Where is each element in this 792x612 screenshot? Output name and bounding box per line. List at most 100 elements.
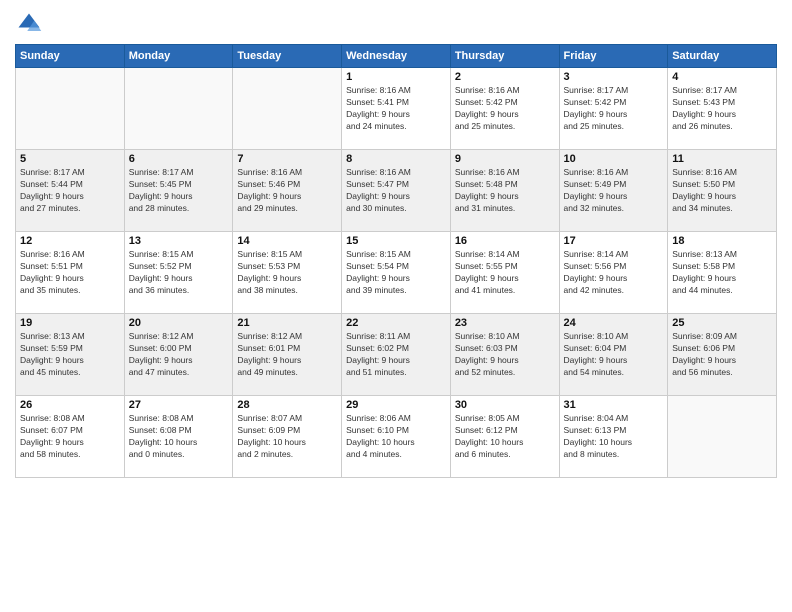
- calendar-cell: 19Sunrise: 8:13 AM Sunset: 5:59 PM Dayli…: [16, 314, 125, 396]
- day-number: 19: [20, 317, 120, 329]
- calendar-cell: 31 Sunrise: 8:04 AM Sunset: 6:13 PM Dayli…: [559, 396, 668, 478]
- day-info: Sunrise: 8:12 AM Sunset: 6:01 PM Dayligh…: [237, 331, 337, 379]
- day-number: 22: [346, 317, 446, 329]
- day-info: Sunrise: 8:16 AM Sunset: 5:46 PM Dayligh…: [237, 167, 337, 215]
- day-number: 24: [564, 317, 664, 329]
- day-number: 6: [129, 153, 229, 165]
- calendar-cell: 10 Sunrise: 8:16 AM Sunset: 5:49 PM Dayli…: [559, 150, 668, 232]
- calendar-cell: 18Sunrise: 8:13 AM Sunset: 5:58 PM Dayli…: [668, 232, 777, 314]
- day-info: Sunrise: 8:17 AM Sunset: 5:43 PM Dayligh…: [672, 85, 772, 133]
- calendar-cell: 26 Sunrise: 8:08 AM Sunset: 6:07 PM Dayli…: [16, 396, 125, 478]
- day-info: Sunrise: 8:16 AM Sunset: 5:42 PM Dayligh…: [455, 85, 555, 133]
- day-info: Sunrise: 8:08 AM Sunset: 6:07 PM Dayligh…: [20, 413, 120, 461]
- logo: [15, 10, 47, 38]
- calendar-cell: 8Sunrise: 8:16 AM Sunset: 5:47 PM Daylig…: [342, 150, 451, 232]
- calendar-cell: 6 Sunrise: 8:17 AM Sunset: 5:45 PM Daylig…: [124, 150, 233, 232]
- calendar-cell: 1Sunrise: 8:16 AM Sunset: 5:41 PM Daylig…: [342, 68, 451, 150]
- day-info: Sunrise: 8:16 AM Sunset: 5:48 PM Dayligh…: [455, 167, 555, 215]
- calendar-cell: 5 Sunrise: 8:17 AM Sunset: 5:44 PM Daylig…: [16, 150, 125, 232]
- day-number: 28: [237, 399, 337, 411]
- day-number: 16: [455, 235, 555, 247]
- day-number: 25: [672, 317, 772, 329]
- calendar-cell: 23 Sunrise: 8:10 AM Sunset: 6:03 PM Dayli…: [450, 314, 559, 396]
- calendar-cell: 24 Sunrise: 8:10 AM Sunset: 6:04 PM Dayli…: [559, 314, 668, 396]
- day-number: 12: [20, 235, 120, 247]
- day-number: 29: [346, 399, 446, 411]
- calendar-cell: 4 Sunrise: 8:17 AM Sunset: 5:43 PM Daylig…: [668, 68, 777, 150]
- calendar-cell: 12 Sunrise: 8:16 AM Sunset: 5:51 PM Dayli…: [16, 232, 125, 314]
- calendar-week-row: 5 Sunrise: 8:17 AM Sunset: 5:44 PM Daylig…: [16, 150, 777, 232]
- day-info: Sunrise: 8:08 AM Sunset: 6:08 PM Dayligh…: [129, 413, 229, 461]
- day-number: 14: [237, 235, 337, 247]
- day-number: 23: [455, 317, 555, 329]
- day-number: 18: [672, 235, 772, 247]
- day-info: Sunrise: 8:17 AM Sunset: 5:44 PM Dayligh…: [20, 167, 120, 215]
- calendar-cell: 3 Sunrise: 8:17 AM Sunset: 5:42 PM Daylig…: [559, 68, 668, 150]
- weekday-header-saturday: Saturday: [668, 45, 777, 68]
- weekday-header-row: SundayMondayTuesdayWednesdayThursdayFrid…: [16, 45, 777, 68]
- logo-icon: [15, 10, 43, 38]
- calendar-cell: 22 Sunrise: 8:11 AM Sunset: 6:02 PM Dayli…: [342, 314, 451, 396]
- calendar-cell: 15Sunrise: 8:15 AM Sunset: 5:54 PM Dayli…: [342, 232, 451, 314]
- day-info: Sunrise: 8:17 AM Sunset: 5:45 PM Dayligh…: [129, 167, 229, 215]
- day-number: 15: [346, 235, 446, 247]
- day-info: Sunrise: 8:16 AM Sunset: 5:51 PM Dayligh…: [20, 249, 120, 297]
- calendar-cell: 2 Sunrise: 8:16 AM Sunset: 5:42 PM Daylig…: [450, 68, 559, 150]
- day-info: Sunrise: 8:16 AM Sunset: 5:47 PM Dayligh…: [346, 167, 446, 215]
- calendar: SundayMondayTuesdayWednesdayThursdayFrid…: [15, 44, 777, 478]
- day-number: 5: [20, 153, 120, 165]
- day-number: 9: [455, 153, 555, 165]
- day-info: Sunrise: 8:04 AM Sunset: 6:13 PM Dayligh…: [564, 413, 664, 461]
- calendar-cell: 11Sunrise: 8:16 AM Sunset: 5:50 PM Dayli…: [668, 150, 777, 232]
- weekday-header-monday: Monday: [124, 45, 233, 68]
- day-number: 30: [455, 399, 555, 411]
- calendar-cell: 21 Sunrise: 8:12 AM Sunset: 6:01 PM Dayli…: [233, 314, 342, 396]
- page: SundayMondayTuesdayWednesdayThursdayFrid…: [0, 0, 792, 612]
- day-info: Sunrise: 8:12 AM Sunset: 6:00 PM Dayligh…: [129, 331, 229, 379]
- weekday-header-thursday: Thursday: [450, 45, 559, 68]
- calendar-cell: 13 Sunrise: 8:15 AM Sunset: 5:52 PM Dayli…: [124, 232, 233, 314]
- calendar-cell: [233, 68, 342, 150]
- calendar-week-row: 1Sunrise: 8:16 AM Sunset: 5:41 PM Daylig…: [16, 68, 777, 150]
- day-number: 27: [129, 399, 229, 411]
- calendar-week-row: 12 Sunrise: 8:16 AM Sunset: 5:51 PM Dayli…: [16, 232, 777, 314]
- day-info: Sunrise: 8:11 AM Sunset: 6:02 PM Dayligh…: [346, 331, 446, 379]
- day-info: Sunrise: 8:17 AM Sunset: 5:42 PM Dayligh…: [564, 85, 664, 133]
- day-info: Sunrise: 8:15 AM Sunset: 5:53 PM Dayligh…: [237, 249, 337, 297]
- day-number: 31: [564, 399, 664, 411]
- calendar-cell: 20 Sunrise: 8:12 AM Sunset: 6:00 PM Dayli…: [124, 314, 233, 396]
- calendar-cell: [124, 68, 233, 150]
- weekday-header-wednesday: Wednesday: [342, 45, 451, 68]
- day-number: 3: [564, 71, 664, 83]
- day-number: 4: [672, 71, 772, 83]
- calendar-cell: 25 Sunrise: 8:09 AM Sunset: 6:06 PM Dayli…: [668, 314, 777, 396]
- calendar-cell: 28Sunrise: 8:07 AM Sunset: 6:09 PM Dayli…: [233, 396, 342, 478]
- day-info: Sunrise: 8:15 AM Sunset: 5:52 PM Dayligh…: [129, 249, 229, 297]
- day-info: Sunrise: 8:10 AM Sunset: 6:04 PM Dayligh…: [564, 331, 664, 379]
- day-info: Sunrise: 8:16 AM Sunset: 5:49 PM Dayligh…: [564, 167, 664, 215]
- calendar-cell: 17Sunrise: 8:14 AM Sunset: 5:56 PM Dayli…: [559, 232, 668, 314]
- day-number: 26: [20, 399, 120, 411]
- day-info: Sunrise: 8:16 AM Sunset: 5:50 PM Dayligh…: [672, 167, 772, 215]
- header: [15, 10, 777, 38]
- calendar-cell: 7Sunrise: 8:16 AM Sunset: 5:46 PM Daylig…: [233, 150, 342, 232]
- day-number: 21: [237, 317, 337, 329]
- day-info: Sunrise: 8:10 AM Sunset: 6:03 PM Dayligh…: [455, 331, 555, 379]
- day-number: 10: [564, 153, 664, 165]
- calendar-cell: 16Sunrise: 8:14 AM Sunset: 5:55 PM Dayli…: [450, 232, 559, 314]
- calendar-cell: 14 Sunrise: 8:15 AM Sunset: 5:53 PM Dayli…: [233, 232, 342, 314]
- calendar-cell: [16, 68, 125, 150]
- calendar-cell: 29Sunrise: 8:06 AM Sunset: 6:10 PM Dayli…: [342, 396, 451, 478]
- day-info: Sunrise: 8:05 AM Sunset: 6:12 PM Dayligh…: [455, 413, 555, 461]
- day-info: Sunrise: 8:09 AM Sunset: 6:06 PM Dayligh…: [672, 331, 772, 379]
- weekday-header-tuesday: Tuesday: [233, 45, 342, 68]
- day-info: Sunrise: 8:14 AM Sunset: 5:56 PM Dayligh…: [564, 249, 664, 297]
- day-number: 20: [129, 317, 229, 329]
- calendar-cell: 9 Sunrise: 8:16 AM Sunset: 5:48 PM Daylig…: [450, 150, 559, 232]
- day-number: 13: [129, 235, 229, 247]
- calendar-cell: 30 Sunrise: 8:05 AM Sunset: 6:12 PM Dayli…: [450, 396, 559, 478]
- calendar-week-row: 19Sunrise: 8:13 AM Sunset: 5:59 PM Dayli…: [16, 314, 777, 396]
- day-number: 2: [455, 71, 555, 83]
- calendar-week-row: 26 Sunrise: 8:08 AM Sunset: 6:07 PM Dayli…: [16, 396, 777, 478]
- calendar-cell: 27 Sunrise: 8:08 AM Sunset: 6:08 PM Dayli…: [124, 396, 233, 478]
